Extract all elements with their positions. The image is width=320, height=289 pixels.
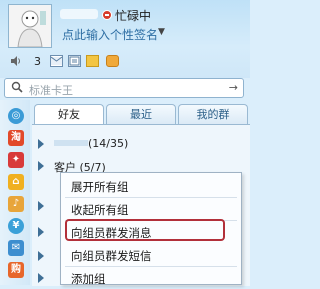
profile-header: 忙碌中 点此输入个性签名 ▼ 3 [0, 0, 250, 78]
context-menu: 展开所有组 收起所有组 向组员群发消息 向组员群发短信 添加组 [60, 172, 242, 286]
menu-item-collapse-all[interactable]: 收起所有组 [61, 198, 241, 220]
menu-item-expand-all[interactable]: 展开所有组 [61, 175, 241, 197]
menu-item-label: 展开所有组 [71, 180, 129, 194]
status-label[interactable]: 忙碌中 [115, 7, 151, 24]
tab-my-groups[interactable]: 我的群 [178, 104, 248, 124]
expand-arrow-icon[interactable] [38, 201, 44, 211]
busy-status-icon[interactable] [102, 10, 112, 20]
tab-friends[interactable]: 好友 [34, 104, 104, 125]
music-icon[interactable]: ♪ [8, 196, 24, 212]
arrow-right-icon[interactable]: → [229, 81, 238, 94]
mail-count[interactable]: 3 [34, 55, 41, 68]
expand-arrow-icon[interactable] [38, 251, 44, 261]
highlight-annotation [65, 219, 225, 241]
chevron-down-icon[interactable]: ▼ [158, 27, 165, 37]
group-count: (14/35) [88, 137, 129, 150]
search-bar[interactable]: 标准卡王 → [4, 78, 244, 98]
shopping-icon[interactable]: 购 [8, 262, 24, 278]
group-name [54, 140, 88, 146]
qq-app-icon[interactable]: ◎ [8, 108, 24, 124]
menu-item-label: 向组员群发短信 [71, 249, 152, 263]
search-input[interactable]: 标准卡王 [29, 82, 73, 98]
menu-item-add-group[interactable]: 添加组 [61, 267, 241, 289]
menu-item-label: 收起所有组 [71, 203, 129, 217]
list-item[interactable]: (14/35) [32, 133, 250, 155]
avatar[interactable] [8, 4, 52, 48]
pet-icon[interactable] [106, 55, 119, 67]
menu-item-group-sms[interactable]: 向组员群发短信 [61, 244, 241, 266]
zone-icon[interactable] [68, 55, 81, 67]
mail-app-icon[interactable]: ✉ [8, 240, 24, 256]
taobao-icon[interactable]: 淘 [8, 130, 24, 146]
game-icon[interactable]: ✦ [8, 152, 24, 168]
speaker-icon[interactable] [10, 55, 22, 67]
expand-arrow-icon[interactable] [38, 227, 44, 237]
app-sidebar: ◎ 淘 ✦ ⌂ ♪ ¥ ✉ 购 [0, 100, 30, 285]
expand-arrow-icon[interactable] [38, 161, 44, 171]
search-icon [11, 81, 23, 96]
home-icon[interactable]: ⌂ [8, 174, 24, 190]
contact-tabs: 好友 最近 我的群 [30, 104, 250, 125]
mail-icon[interactable] [50, 55, 63, 67]
finance-icon[interactable]: ¥ [8, 218, 24, 234]
expand-arrow-icon[interactable] [38, 139, 44, 149]
nickname [60, 9, 98, 19]
tab-recent[interactable]: 最近 [106, 104, 176, 124]
expand-arrow-icon[interactable] [38, 273, 44, 283]
signature-field[interactable]: 点此输入个性签名 [62, 26, 158, 43]
wallet-icon[interactable] [86, 55, 99, 67]
